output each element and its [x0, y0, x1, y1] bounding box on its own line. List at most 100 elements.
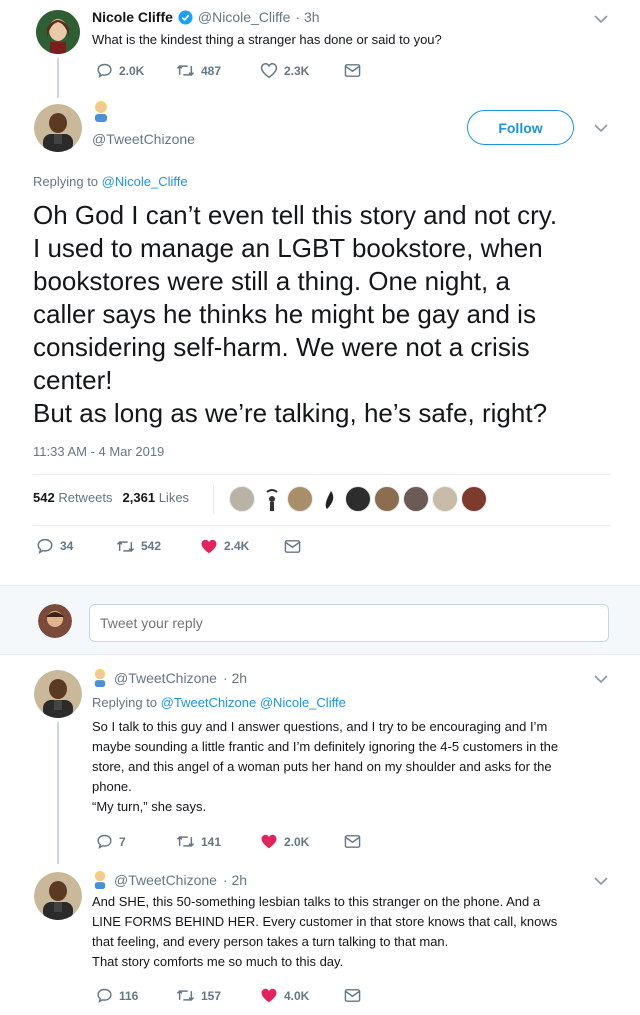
like-count: 2.0K	[284, 834, 310, 849]
likes-stat[interactable]: 2,361 Likes	[123, 490, 190, 505]
replying-to-link[interactable]: @Nicole_Cliffe	[102, 174, 188, 189]
replying-prefix: Replying to	[92, 695, 158, 710]
thread-line-1	[57, 58, 59, 98]
retweet-count: 542	[141, 539, 162, 553]
liker-avatar[interactable]	[432, 486, 458, 512]
reply-button[interactable]: 34	[36, 537, 116, 555]
avatar-nicole[interactable]	[36, 10, 80, 54]
like-button[interactable]: 2.3K	[260, 62, 344, 79]
retweet-count: 141	[201, 834, 222, 849]
reply-text: So I talk to this guy and I answer quest…	[92, 717, 622, 817]
message-button[interactable]	[284, 539, 301, 554]
chevron-down-icon[interactable]	[594, 876, 608, 886]
like-button[interactable]: 2.4K	[200, 538, 284, 555]
tweet-text: What is the kindest thing a stranger has…	[92, 32, 442, 47]
tweet-line: bookstores were still a thing. One night…	[33, 266, 510, 296]
avatar-tweetchizone[interactable]	[34, 670, 82, 718]
author-handle[interactable]: @TweetChizone	[114, 670, 217, 686]
replying-to-link[interactable]: @TweetChizone @Nicole_Cliffe	[161, 695, 346, 710]
reply-count: 7	[119, 834, 126, 849]
author-name[interactable]: Nicole Cliffe	[92, 9, 173, 25]
liker-avatar[interactable]	[345, 486, 371, 512]
replying-to: Replying to @TweetChizone @Nicole_Cliffe	[92, 695, 346, 710]
envelope-icon	[284, 539, 301, 553]
tweet-time[interactable]: · 3h	[295, 9, 319, 25]
replying-to: Replying to @Nicole_Cliffe	[33, 174, 188, 189]
reply-icon	[37, 538, 53, 554]
retweet-icon	[176, 990, 195, 1001]
reply-count: 116	[119, 988, 139, 1003]
like-button[interactable]: 2.0K	[260, 833, 344, 850]
tweet-line: I used to manage an LGBT bookstore, when	[33, 233, 543, 263]
tweet-line: But as long as we’re talking, he’s safe,…	[33, 398, 548, 428]
liker-avatars-divider	[213, 484, 214, 514]
text-line: And SHE, this 50-something lesbian talks…	[92, 894, 541, 909]
tweet-line: caller says he thinks he might be gay an…	[33, 299, 536, 329]
envelope-icon	[344, 989, 361, 1002]
likes-label: Likes	[158, 490, 190, 505]
replying-prefix: Replying to	[33, 174, 99, 189]
avatar-tweetchizone[interactable]	[34, 104, 82, 152]
divider	[33, 474, 611, 475]
like-count: 4.0K	[284, 988, 310, 1003]
reply-text: And SHE, this 50-something lesbian talks…	[92, 892, 622, 972]
retweet-button[interactable]: 487	[176, 62, 260, 79]
liker-avatars[interactable]	[226, 486, 487, 512]
liker-avatar[interactable]	[229, 486, 255, 512]
follow-button[interactable]: Follow	[467, 110, 574, 145]
retweet-button[interactable]: 542	[116, 538, 200, 555]
retweet-icon	[116, 540, 135, 552]
retweets-stat[interactable]: 542 Retweets	[33, 490, 113, 505]
avatar-current-user	[38, 604, 72, 638]
avatar-tweetchizone[interactable]	[34, 872, 82, 920]
likes-total: 2,361	[122, 490, 156, 505]
reply-input[interactable]	[89, 604, 609, 642]
tweet-timestamp[interactable]: 11:33 AM - 4 Mar 2019	[33, 444, 164, 459]
reply-button[interactable]: 116	[96, 987, 176, 1004]
reply-icon	[97, 988, 112, 1004]
person-emoji-icon	[94, 870, 106, 889]
tweet-line: Oh God I can’t even tell this story and …	[33, 200, 558, 230]
like-count: 2.3K	[284, 63, 310, 78]
like-button[interactable]: 4.0K	[260, 987, 344, 1004]
text-line: “My turn,” she says.	[92, 799, 207, 814]
message-button[interactable]	[344, 988, 361, 1003]
main-tweet-text: Oh God I can’t even tell this story and …	[33, 199, 633, 430]
retweet-icon	[176, 836, 195, 847]
chevron-down-icon[interactable]	[594, 123, 608, 133]
thread-line-2	[57, 722, 59, 864]
retweet-button[interactable]: 141	[176, 833, 260, 850]
tweet-time[interactable]: · 2h	[223, 872, 247, 888]
text-line: phone.	[92, 779, 132, 794]
liker-avatar[interactable]	[258, 486, 284, 512]
author-handle[interactable]: @TweetChizone	[114, 872, 217, 888]
reply-count: 34	[60, 539, 74, 553]
liker-avatar[interactable]	[287, 486, 313, 512]
retweet-button[interactable]: 157	[176, 987, 260, 1004]
liker-avatar[interactable]	[316, 486, 342, 512]
chevron-down-icon[interactable]	[594, 674, 608, 684]
author-handle[interactable]: @Nicole_Cliffe	[198, 9, 291, 25]
author-handle[interactable]: @TweetChizone	[92, 131, 195, 147]
verified-icon	[178, 9, 193, 25]
reply-icon	[97, 63, 112, 79]
reply-button[interactable]: 2.0K	[96, 62, 176, 79]
liker-avatar[interactable]	[374, 486, 400, 512]
text-line: that feeling, and every person takes a t…	[92, 934, 449, 949]
like-count: 2.4K	[224, 539, 250, 553]
tweet-time[interactable]: · 2h	[223, 670, 247, 686]
message-button[interactable]	[344, 834, 361, 849]
heart-filled-icon	[261, 988, 277, 1003]
liker-avatar[interactable]	[461, 486, 487, 512]
person-emoji-icon	[92, 100, 110, 127]
reply-icon	[97, 834, 112, 850]
text-line: maybe sounding a little frantic and I’m …	[92, 739, 559, 754]
chevron-down-icon[interactable]	[594, 14, 608, 24]
message-button[interactable]	[344, 63, 361, 78]
liker-avatar[interactable]	[403, 486, 429, 512]
reply-button[interactable]: 7	[96, 833, 176, 850]
heart-filled-icon	[201, 539, 217, 553]
envelope-icon	[344, 64, 361, 77]
text-line: So I talk to this guy and I answer quest…	[92, 719, 548, 734]
retweets-label: Retweets	[58, 490, 113, 505]
